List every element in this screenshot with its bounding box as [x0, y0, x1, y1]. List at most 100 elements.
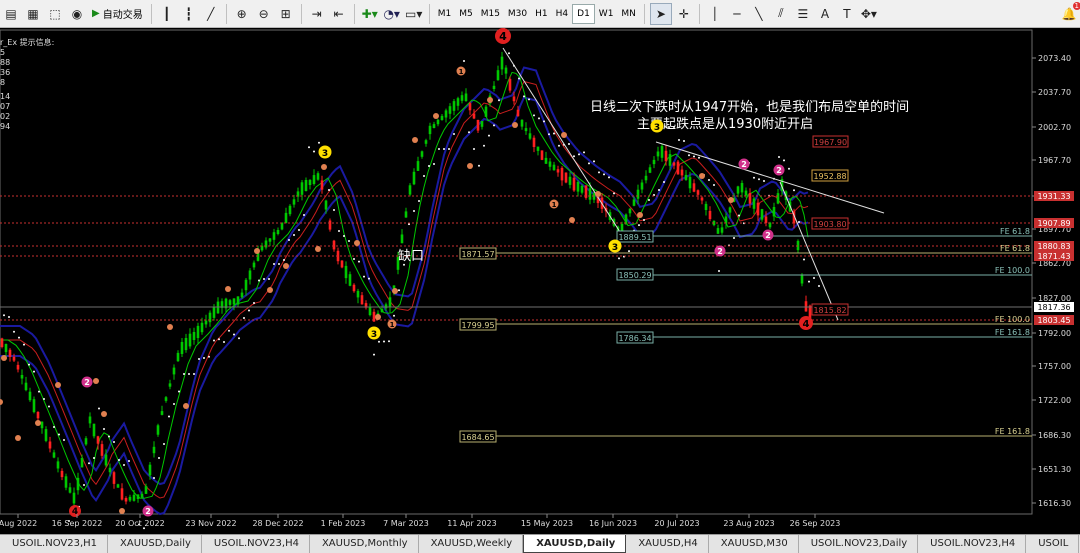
- sar-dot: [418, 200, 420, 202]
- tab-chart-active[interactable]: XAUUSD,Daily: [523, 535, 627, 553]
- indicators-icon[interactable]: ✚▾: [360, 4, 380, 24]
- candle-body: [736, 186, 740, 194]
- tab-chart[interactable]: USOIL.NOV23,H4: [918, 535, 1027, 553]
- navigator-icon[interactable]: ◉: [67, 4, 87, 24]
- arrows-icon[interactable]: ✥▾: [859, 4, 879, 24]
- candle-body: [560, 167, 564, 181]
- tab-chart[interactable]: USOIL.NOV23,Daily: [799, 535, 919, 553]
- tab-chart[interactable]: XAUUSD,Weekly: [419, 535, 524, 553]
- timeframe-h1[interactable]: H1: [531, 5, 552, 23]
- text-tool-icon[interactable]: A: [815, 4, 835, 24]
- sar-dot: [8, 316, 10, 318]
- tile-windows-icon[interactable]: ⊞: [276, 4, 296, 24]
- timeframe-d1[interactable]: D1: [572, 3, 595, 24]
- vertical-line-icon[interactable]: │: [705, 4, 725, 24]
- sar-dot: [533, 114, 535, 117]
- info-title: r_Ex 提示信息:: [0, 38, 55, 47]
- candle-body: [348, 274, 352, 286]
- tab-chart[interactable]: XAUUSD,H4: [626, 535, 709, 553]
- sar-dot: [363, 275, 365, 278]
- candle-body: [748, 193, 752, 204]
- trendline-icon[interactable]: ╲: [749, 4, 769, 24]
- sar-dot: [413, 210, 415, 212]
- candle-body: [208, 312, 212, 323]
- zoom-out-icon[interactable]: ⊖: [254, 4, 274, 24]
- market-watch-icon[interactable]: ⬚: [45, 4, 65, 24]
- timeframe-m5[interactable]: M5: [455, 5, 477, 23]
- sar-dot: [698, 156, 700, 159]
- price-chart[interactable]: 1967.90 1952.88 1903.80 1889.51 1871.57 …: [0, 28, 1080, 534]
- price-tick-label: 1616.30: [1038, 499, 1071, 508]
- timeframe-m15[interactable]: M15: [477, 5, 504, 23]
- tab-chart[interactable]: USOIL.NOV23,H4: [202, 535, 310, 553]
- sar-dot: [568, 143, 570, 145]
- sar-dot: [528, 98, 530, 101]
- sar-dot: [38, 390, 40, 393]
- sar-dot: [303, 214, 305, 216]
- candle-body: [56, 461, 60, 469]
- chart-tabs: USOIL.NOV23,H1 XAUUSD,Daily USOIL.NOV23,…: [0, 534, 1080, 553]
- timeframe-w1[interactable]: W1: [595, 5, 618, 23]
- sar-dot: [808, 280, 810, 283]
- sar-dot: [468, 131, 470, 134]
- zoom-in-icon[interactable]: ⊕: [232, 4, 252, 24]
- sar-dot: [423, 175, 425, 177]
- chart-background: [0, 28, 1080, 534]
- timeframe-m1[interactable]: M1: [434, 5, 456, 23]
- candle-body: [128, 496, 132, 501]
- candle-body: [564, 172, 568, 183]
- candle-body: [412, 171, 416, 185]
- label-tool-icon[interactable]: T: [837, 4, 857, 24]
- cursor-icon[interactable]: ➤: [649, 2, 672, 25]
- candle-body: [680, 169, 684, 176]
- candle-body: [180, 342, 184, 354]
- time-tick-label: Aug 2022: [0, 519, 37, 528]
- toolbar-separator: [428, 3, 430, 24]
- wave-dot-icon: [167, 324, 173, 330]
- timeframe-mn[interactable]: MN: [617, 5, 640, 23]
- sar-dot: [618, 257, 620, 260]
- templates-icon[interactable]: ▭▾: [404, 4, 424, 24]
- sar-dot: [483, 144, 485, 147]
- channel-icon[interactable]: ⫽: [771, 4, 791, 24]
- sar-dot: [448, 148, 450, 150]
- line-chart-icon[interactable]: ╱: [201, 4, 221, 24]
- candle-body: [328, 220, 332, 230]
- wave-3-jun-label: 3: [612, 243, 618, 253]
- tab-chart[interactable]: XAUUSD,M30: [709, 535, 799, 553]
- wave-dot-icon: [561, 132, 567, 138]
- tab-chart[interactable]: XAUUSD,Daily: [108, 535, 202, 553]
- chart-shift-icon[interactable]: ⇥: [307, 4, 327, 24]
- sar-dot: [98, 407, 100, 410]
- toolbar-separator: [643, 3, 645, 24]
- timeframe-m30[interactable]: M30: [504, 5, 531, 23]
- tab-chart[interactable]: XAUUSD,Monthly: [310, 535, 419, 553]
- candle-body: [384, 304, 388, 309]
- sar-dot: [708, 179, 710, 181]
- crosshair-icon[interactable]: ✛: [674, 4, 694, 24]
- notifications-icon[interactable]: 🔔 1: [1059, 1, 1080, 24]
- fibonacci-icon[interactable]: ☰: [793, 4, 813, 24]
- sar-dot: [818, 285, 820, 287]
- autoscroll-icon[interactable]: ⇤: [329, 4, 349, 24]
- periods-icon[interactable]: ◔▾: [382, 4, 402, 24]
- wave-dot-icon: [595, 191, 601, 197]
- timeframe-h4[interactable]: H4: [552, 5, 573, 23]
- autotrade-button[interactable]: ▶ 自动交易: [88, 6, 147, 21]
- box-1967-label: 1967.90: [814, 138, 847, 147]
- candle-body: [144, 486, 148, 494]
- wave-dot-icon: [392, 288, 398, 294]
- bar-chart-icon[interactable]: ┃: [157, 4, 177, 24]
- tab-chart[interactable]: USOIL: [1026, 535, 1080, 553]
- candle-body: [776, 193, 780, 204]
- price-tick-label: 1651.30: [1038, 465, 1071, 474]
- candle-body: [404, 211, 408, 218]
- candlestick-icon[interactable]: ┇: [179, 4, 199, 24]
- sar-dot: [273, 263, 275, 265]
- new-chart-icon[interactable]: ▤: [1, 4, 21, 24]
- tab-chart[interactable]: USOIL.NOV23,H1: [0, 535, 109, 553]
- horizontal-line-icon[interactable]: ─: [727, 4, 747, 24]
- wave-dot-icon: [412, 137, 418, 143]
- profiles-icon[interactable]: ▦: [23, 4, 43, 24]
- candle-body: [716, 228, 720, 234]
